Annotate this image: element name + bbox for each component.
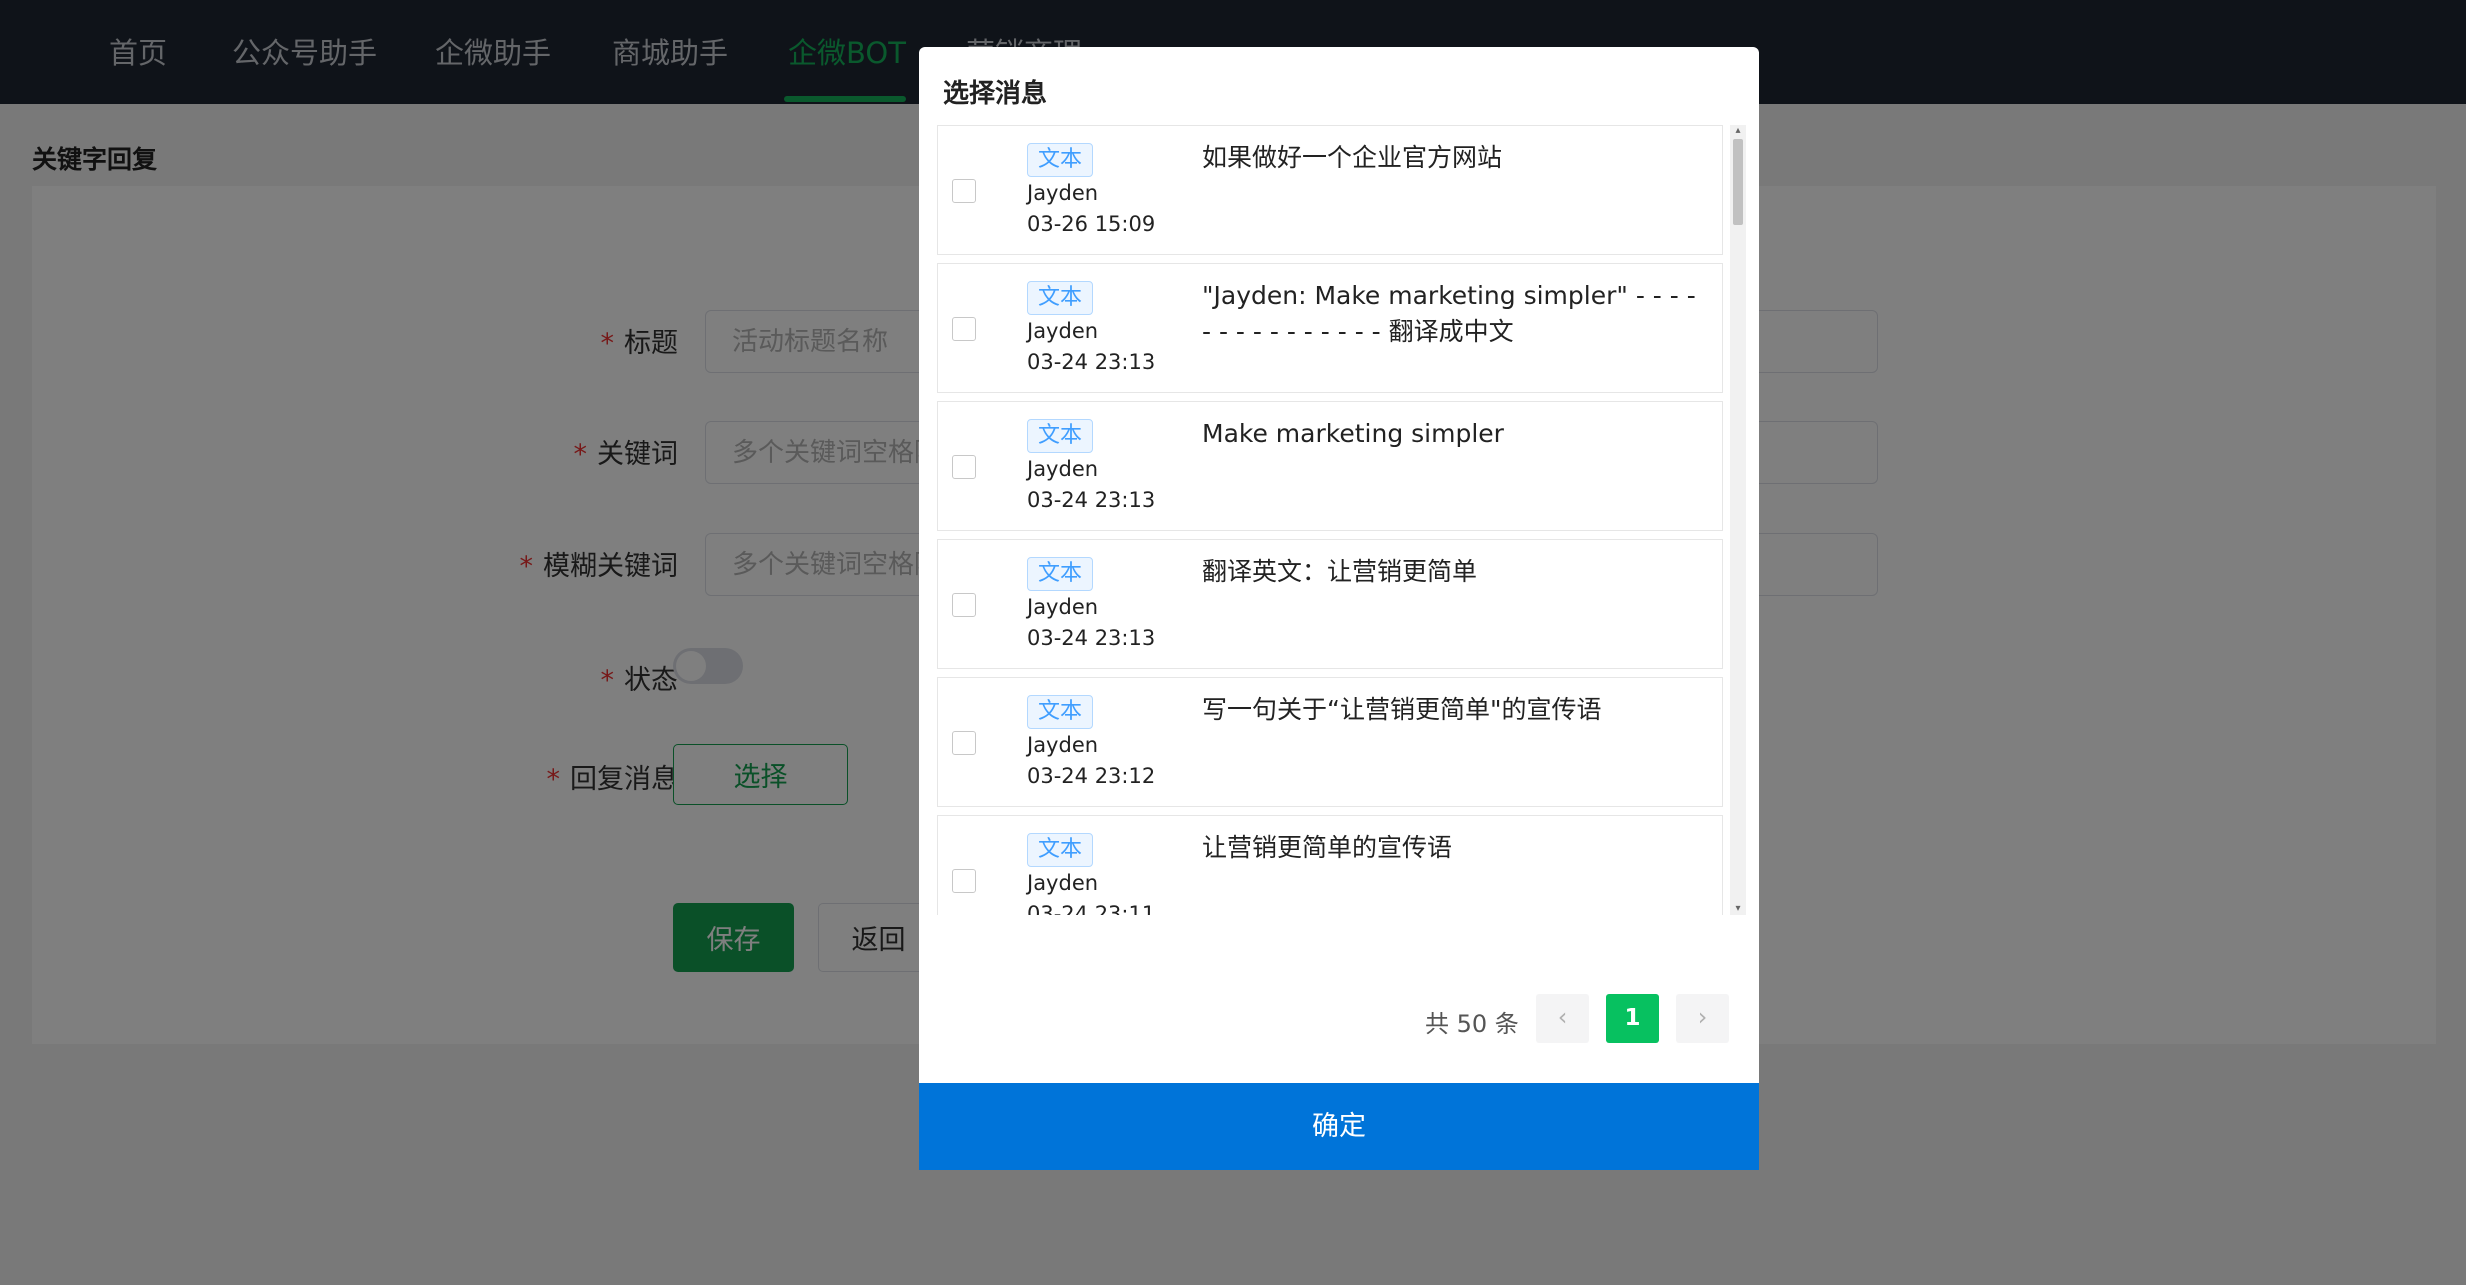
message-time: 03-24 23:12 xyxy=(1027,764,1156,788)
message-time: 03-24 23:13 xyxy=(1027,488,1156,512)
dialog-title: 选择消息 xyxy=(943,79,1048,109)
message-type-badge: 文本 xyxy=(1027,143,1094,177)
message-sender: Jayden xyxy=(1027,181,1099,205)
message-time: 03-26 15:09 xyxy=(1027,212,1156,236)
message-type-badge: 文本 xyxy=(1027,695,1094,729)
message-time: 03-24 23:11 xyxy=(1027,902,1156,915)
message-time: 03-24 23:13 xyxy=(1027,626,1156,650)
message-type-badge: 文本 xyxy=(1027,281,1094,315)
message-item[interactable]: 文本 Jayden 03-24 23:12 写一句关于“让营销更简单"的宣传语 xyxy=(937,677,1723,807)
message-checkbox[interactable] xyxy=(952,179,976,203)
pagination-prev-icon[interactable]: ‹ xyxy=(1536,994,1589,1043)
message-checkbox[interactable] xyxy=(952,317,976,341)
message-item[interactable]: 文本 Jayden 03-24 23:13 Make marketing sim… xyxy=(937,401,1723,531)
message-sender: Jayden xyxy=(1027,871,1099,895)
message-list-scrollbar[interactable]: ▴ ▾ xyxy=(1730,125,1746,915)
message-time: 03-24 23:13 xyxy=(1027,350,1156,374)
message-item[interactable]: 文本 Jayden 03-26 15:09 如果做好一个企业官方网站 xyxy=(937,125,1723,255)
scroll-up-arrow-icon[interactable]: ▴ xyxy=(1730,125,1746,137)
message-sender: Jayden xyxy=(1027,319,1099,343)
pagination-next-icon[interactable]: › xyxy=(1676,994,1729,1043)
message-sender: Jayden xyxy=(1027,457,1099,481)
scroll-thumb[interactable] xyxy=(1733,139,1743,225)
message-item[interactable]: 文本 Jayden 03-24 23:13 翻译英文：让营销更简单 xyxy=(937,539,1723,669)
message-type-badge: 文本 xyxy=(1027,833,1094,867)
select-message-dialog: 选择消息 文本 Jayden 03-26 15:09 如果做好一个企业官方网站 … xyxy=(919,47,1759,1170)
message-text: Make marketing simpler xyxy=(1202,419,1504,448)
message-type-badge: 文本 xyxy=(1027,557,1094,591)
message-checkbox[interactable] xyxy=(952,869,976,893)
message-checkbox[interactable] xyxy=(952,455,976,479)
message-sender: Jayden xyxy=(1027,733,1099,757)
pagination-total: 共 50 条 xyxy=(1425,1010,1519,1038)
message-text: 写一句关于“让营销更简单"的宣传语 xyxy=(1202,695,1602,724)
message-type-badge: 文本 xyxy=(1027,419,1094,453)
message-sender: Jayden xyxy=(1027,595,1099,619)
message-item[interactable]: 文本 Jayden 03-24 23:11 让营销更简单的宣传语 xyxy=(937,815,1723,915)
scroll-down-arrow-icon[interactable]: ▾ xyxy=(1730,903,1746,915)
confirm-button[interactable]: 确定 xyxy=(919,1083,1759,1170)
message-item[interactable]: 文本 Jayden 03-24 23:13 "Jayden: Make mark… xyxy=(937,263,1723,393)
message-text: 如果做好一个企业官方网站 xyxy=(1202,143,1503,172)
message-list[interactable]: 文本 Jayden 03-26 15:09 如果做好一个企业官方网站 文本 Ja… xyxy=(937,125,1723,915)
pagination-page-button[interactable]: 1 xyxy=(1606,994,1659,1043)
message-text: 让营销更简单的宣传语 xyxy=(1202,833,1453,862)
message-checkbox[interactable] xyxy=(952,731,976,755)
message-checkbox[interactable] xyxy=(952,593,976,617)
message-text: 翻译英文：让营销更简单 xyxy=(1202,557,1478,586)
message-text: "Jayden: Make marketing simpler" - - - -… xyxy=(1202,281,1696,346)
